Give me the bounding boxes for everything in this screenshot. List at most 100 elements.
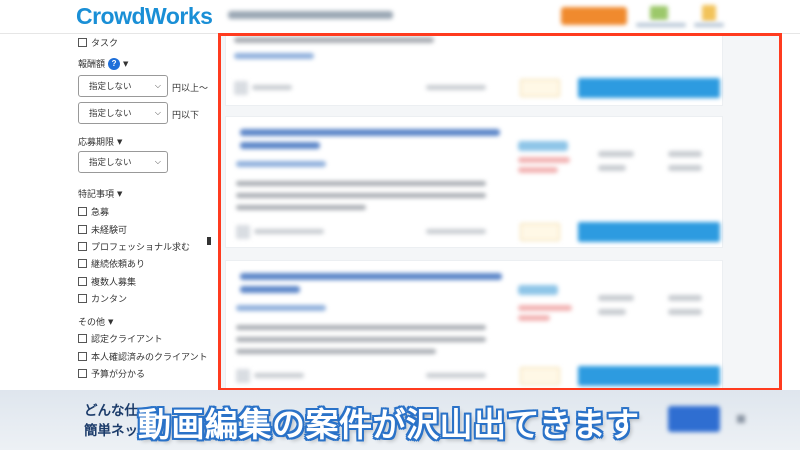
reward-min-select[interactable]: 指定しない ⌵ <box>78 75 168 97</box>
filter-urgent-checkbox[interactable]: 急募 <box>78 205 109 218</box>
deadline-blurred <box>668 165 702 171</box>
caret-down-icon: ▼ <box>108 317 114 326</box>
filter-task-label: タスク <box>91 39 119 49</box>
reward-section-label: 報酬額 <box>78 60 106 70</box>
sidebar-scroll-marker[interactable] <box>207 237 211 245</box>
applicants-blurred <box>598 295 634 301</box>
bottom-banner-button[interactable] <box>668 406 720 432</box>
deadline-section-label: 応募期限 <box>78 138 115 148</box>
job-category-blurred[interactable] <box>236 161 326 167</box>
job-description-blurred <box>236 205 366 210</box>
search-filter-sidebar: タスク 報酬額 ? ▼ 指定しない ⌵ 円以上〜 指定しない ⌵ 円以下 応募期… <box>76 34 216 389</box>
checkbox-icon[interactable] <box>78 277 87 286</box>
close-icon[interactable] <box>737 415 745 423</box>
filter-option-label: 複数人募集 <box>91 278 137 288</box>
help-icon[interactable]: ? <box>108 57 121 70</box>
caret-down-icon: ▼ <box>117 189 123 198</box>
filter-budget-known-checkbox[interactable]: 予算が分かる <box>78 367 145 380</box>
job-category-blurred[interactable] <box>234 53 314 59</box>
filter-option-label: 認定クライアント <box>91 335 163 345</box>
checkbox-icon[interactable] <box>78 38 87 47</box>
job-price-blurred <box>518 305 572 311</box>
checkbox-icon[interactable] <box>78 259 87 268</box>
apply-button[interactable] <box>578 366 720 386</box>
job-description-blurred <box>234 37 434 43</box>
checkbox-icon[interactable] <box>78 369 87 378</box>
checkbox-icon[interactable] <box>78 334 87 343</box>
header-guide-icon[interactable] <box>650 6 668 20</box>
job-description-blurred <box>236 325 486 330</box>
checkbox-icon[interactable] <box>78 207 87 216</box>
favorite-button[interactable] <box>520 367 560 385</box>
checkbox-icon[interactable] <box>78 242 87 251</box>
header-post-job-button[interactable] <box>561 7 627 25</box>
client-name-blurred[interactable] <box>252 85 292 90</box>
bottom-banner-line: 簡単ネッ <box>84 423 138 439</box>
crowdworks-logo[interactable]: CrowdWorks <box>76 3 213 30</box>
job-price-blurred <box>518 315 550 321</box>
checkbox-icon[interactable] <box>78 352 87 361</box>
reward-max-unit: 円以下 <box>172 111 200 121</box>
apply-button[interactable] <box>578 78 720 98</box>
job-card[interactable] <box>225 116 723 248</box>
features-section-heading[interactable]: 特記事項 ▼ <box>78 187 123 201</box>
caret-down-icon: ▼ <box>123 59 129 68</box>
filter-continuous-checkbox[interactable]: 継続依頼あり <box>78 257 145 270</box>
others-section-label: その他 <box>78 318 106 328</box>
reward-max-value: 指定しない <box>89 109 132 119</box>
deadline-section-heading[interactable]: 応募期限 ▼ <box>78 135 122 149</box>
posted-date-blurred <box>426 85 486 90</box>
header-guide-label <box>636 23 686 27</box>
site-header: CrowdWorks <box>0 0 800 34</box>
filter-option-label: 予算が分かる <box>91 370 146 380</box>
job-title-blurred[interactable] <box>240 286 300 293</box>
client-avatar <box>236 369 250 383</box>
deadline-select[interactable]: 指定しない ⌵ <box>78 151 168 173</box>
client-name-blurred[interactable] <box>254 229 324 234</box>
client-avatar <box>236 225 250 239</box>
checkbox-icon[interactable] <box>78 294 87 303</box>
chevron-down-icon: ⌵ <box>154 108 161 117</box>
filter-certified-client-checkbox[interactable]: 認定クライアント <box>78 332 163 345</box>
deadline-blurred <box>668 309 702 315</box>
job-title-blurred[interactable] <box>240 273 502 280</box>
filter-option-label: プロフェッショナル求む <box>91 243 191 253</box>
filter-verified-client-checkbox[interactable]: 本人確認済みのクライアント <box>78 350 208 363</box>
header-login-icon[interactable] <box>702 5 716 21</box>
filter-task-checkbox[interactable]: タスク <box>78 36 118 49</box>
job-category-blurred[interactable] <box>236 305 326 311</box>
features-section-label: 特記事項 <box>78 190 115 200</box>
favorite-button[interactable] <box>520 79 560 97</box>
filter-easy-checkbox[interactable]: カンタン <box>78 292 127 305</box>
client-name-blurred[interactable] <box>254 373 304 378</box>
job-card[interactable] <box>225 260 723 390</box>
filter-option-label: 本人確認済みのクライアント <box>91 353 208 363</box>
apply-button[interactable] <box>578 222 720 242</box>
favorite-button[interactable] <box>520 223 560 241</box>
reward-section-heading[interactable]: 報酬額 ? ▼ <box>78 57 128 70</box>
header-blurred-text <box>228 11 393 19</box>
filter-beginner-checkbox[interactable]: 未経験可 <box>78 223 127 236</box>
deadline-blurred <box>668 295 702 301</box>
reward-max-select[interactable]: 指定しない ⌵ <box>78 102 168 124</box>
chevron-down-icon: ⌵ <box>154 81 161 90</box>
applicants-blurred <box>598 165 626 171</box>
job-title-blurred[interactable] <box>240 142 320 149</box>
others-section-heading[interactable]: その他 ▼ <box>78 315 114 329</box>
job-card[interactable] <box>225 34 723 106</box>
filter-option-label: 未経験可 <box>91 226 128 236</box>
deadline-value: 指定しない <box>89 158 132 168</box>
job-price-blurred <box>518 167 558 173</box>
checkbox-icon[interactable] <box>78 225 87 234</box>
filter-professional-checkbox[interactable]: プロフェッショナル求む <box>78 240 190 253</box>
bottom-banner-line: どんな仕 <box>84 403 138 419</box>
posted-date-blurred <box>426 229 486 234</box>
job-type-badge <box>518 285 558 295</box>
filter-multiple-checkbox[interactable]: 複数人募集 <box>78 275 136 288</box>
job-description-blurred <box>236 193 486 198</box>
deadline-blurred <box>668 151 702 157</box>
job-title-blurred[interactable] <box>240 129 500 136</box>
applicants-blurred <box>598 151 634 157</box>
job-description-blurred <box>236 349 436 354</box>
job-description-blurred <box>236 337 486 342</box>
